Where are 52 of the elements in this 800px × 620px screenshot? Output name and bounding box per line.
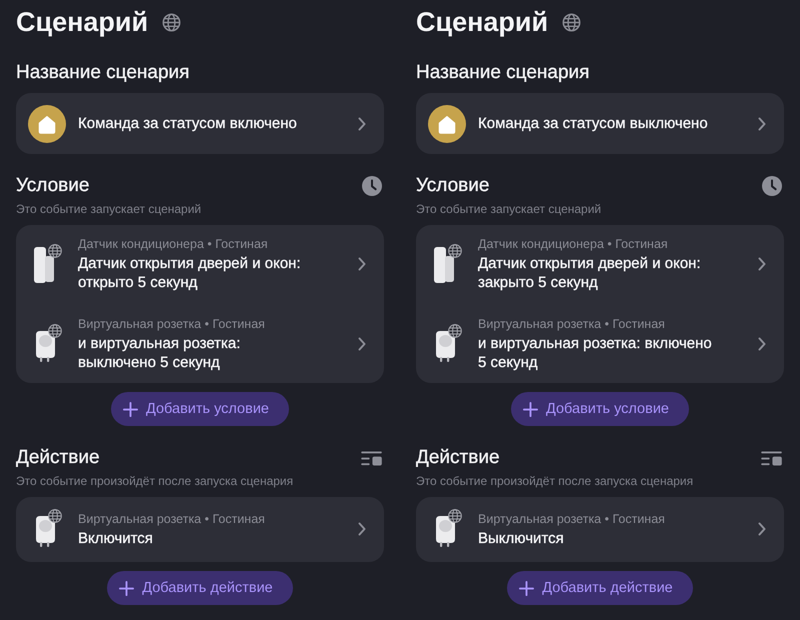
chevron-right-icon[interactable] [758, 522, 766, 536]
chevron-right-icon[interactable] [358, 522, 366, 536]
plus-icon [522, 402, 538, 416]
section-subtitle: Это событие произойдёт после запуска сценария [16, 473, 294, 489]
device-room-label: Виртуальная розетка • Гостиная [78, 316, 265, 332]
door-sensor-icon [432, 244, 462, 284]
page-title: Сценарий [16, 6, 148, 38]
chevron-right-icon[interactable] [758, 116, 766, 130]
chevron-right-icon[interactable] [758, 337, 766, 351]
list-icon[interactable] [361, 450, 382, 466]
condition-text: Датчик открытия дверей и окон: открыто 5 секунд [78, 254, 301, 292]
chevron-right-icon[interactable] [358, 116, 366, 130]
condition-text: Датчик открытия дверей и окон: закрыто 5 секунд [478, 254, 701, 292]
section-subtitle: Это событие запускает сценарий [416, 201, 602, 217]
add-condition-button[interactable]: Добавить условие [510, 392, 689, 426]
plus-icon [119, 580, 134, 596]
add-action-button[interactable]: Добавить действие [507, 571, 693, 605]
globe-icon[interactable] [562, 12, 582, 32]
scenario-name-card[interactable]: Команда за статусом включено [16, 93, 384, 154]
condition-text: и виртуальная розетка: включено 5 секунд [478, 334, 712, 372]
device-room-label: Датчик кондиционера • Гостиная [78, 236, 268, 252]
action-text: Выключится [478, 528, 564, 548]
device-room-label: Виртуальная розетка • Гостиная [78, 510, 265, 526]
device-room-label: Виртуальная розетка • Гостиная [478, 316, 665, 332]
clock-icon[interactable] [762, 176, 782, 196]
door-sensor-icon [32, 244, 62, 284]
section-heading: Название сценария [16, 61, 190, 85]
section-heading: Условие [16, 174, 90, 198]
clock-icon[interactable] [362, 176, 382, 196]
section-subtitle: Это событие произойдёт после запуска сценария [416, 473, 694, 489]
plus-icon [519, 580, 534, 596]
page-title: Сценарий [416, 6, 548, 38]
section-subtitle: Это событие запускает сценарий [16, 201, 202, 217]
chevron-right-icon[interactable] [358, 257, 366, 271]
list-icon[interactable] [761, 450, 782, 466]
chevron-right-icon[interactable] [358, 337, 366, 351]
house-icon [428, 104, 466, 142]
device-room-label: Датчик кондиционера • Гостиная [478, 236, 668, 252]
chevron-right-icon[interactable] [758, 257, 766, 271]
section-heading: Действие [416, 446, 500, 470]
device-room-label: Виртуальная розетка • Гостиная [478, 510, 665, 526]
condition-text: и виртуальная розетка: выключено 5 секунд [78, 334, 240, 372]
add-condition-button[interactable]: Добавить условие [110, 392, 289, 426]
add-action-button[interactable]: Добавить действие [107, 571, 293, 605]
plus-icon [122, 402, 138, 416]
section-heading: Условие [416, 174, 490, 198]
section-heading: Название сценария [416, 61, 590, 85]
house-icon [28, 104, 66, 142]
scenario-name-card[interactable]: Команда за статусом выключено [416, 93, 784, 154]
section-heading: Действие [16, 446, 100, 470]
action-text: Включится [78, 528, 153, 548]
globe-icon[interactable] [162, 12, 182, 32]
